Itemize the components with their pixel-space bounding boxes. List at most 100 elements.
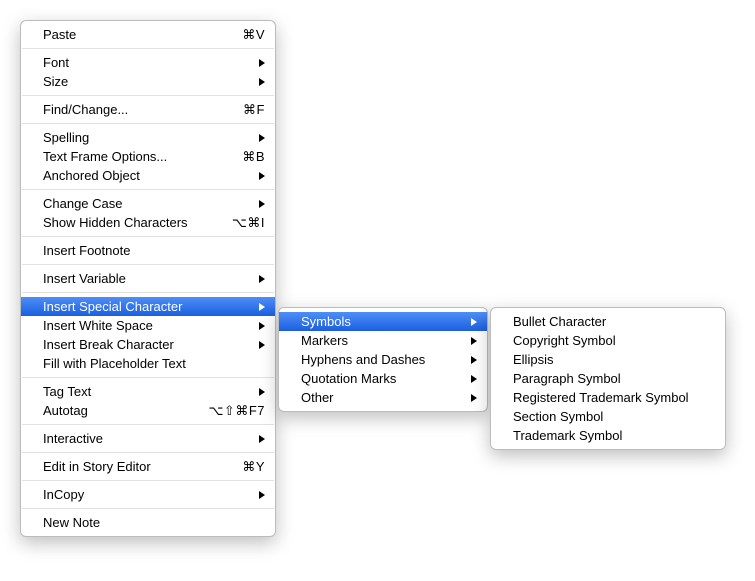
- menu-item-autotag[interactable]: Autotag ⌥⇧⌘F7: [21, 401, 275, 420]
- menu-label: Tag Text: [43, 384, 245, 399]
- menu-item-insert-variable[interactable]: Insert Variable: [21, 269, 275, 288]
- menu-item-show-hidden-characters[interactable]: Show Hidden Characters ⌥⌘I: [21, 213, 275, 232]
- menu-separator: [22, 292, 274, 293]
- submenu-arrow-icon: [469, 356, 477, 364]
- menu-label: Show Hidden Characters: [43, 215, 203, 230]
- menu-item-quotation-marks[interactable]: Quotation Marks: [279, 369, 487, 388]
- menu-label: Font: [43, 55, 245, 70]
- menu-separator: [22, 236, 274, 237]
- menu-label: Copyright Symbol: [513, 333, 715, 348]
- menu-item-registered-trademark[interactable]: Registered Trademark Symbol: [491, 388, 725, 407]
- menu-label: Bullet Character: [513, 314, 715, 329]
- menu-separator: [22, 508, 274, 509]
- menu-item-tag-text[interactable]: Tag Text: [21, 382, 275, 401]
- menu-item-change-case[interactable]: Change Case: [21, 194, 275, 213]
- menu-item-interactive[interactable]: Interactive: [21, 429, 275, 448]
- menu-label: InCopy: [43, 487, 245, 502]
- menu-separator: [22, 264, 274, 265]
- menu-item-new-note[interactable]: New Note: [21, 513, 275, 532]
- menu-label: Ellipsis: [513, 352, 715, 367]
- menu-label: Text Frame Options...: [43, 149, 203, 164]
- menu-separator: [22, 189, 274, 190]
- menu-label: Other: [301, 390, 457, 405]
- menu-separator: [22, 123, 274, 124]
- menu-item-ellipsis[interactable]: Ellipsis: [491, 350, 725, 369]
- menu-item-spelling[interactable]: Spelling: [21, 128, 275, 147]
- submenu-arrow-icon: [469, 337, 477, 345]
- submenu-symbols: Bullet Character Copyright Symbol Ellips…: [490, 307, 726, 450]
- menu-shortcut: ⌥⇧⌘F7: [208, 403, 265, 419]
- menu-separator: [22, 424, 274, 425]
- menu-shortcut: ⌘B: [221, 149, 265, 165]
- menu-shortcut: ⌘V: [221, 27, 265, 43]
- menu-item-paragraph-symbol[interactable]: Paragraph Symbol: [491, 369, 725, 388]
- submenu-arrow-icon: [257, 172, 265, 180]
- context-menu-level1: Paste ⌘V Font Size Find/Change... ⌘F Spe…: [20, 20, 276, 537]
- menu-label: Registered Trademark Symbol: [513, 390, 715, 405]
- menu-label: Insert Break Character: [43, 337, 245, 352]
- submenu-arrow-icon: [257, 303, 265, 311]
- menu-item-edit-story-editor[interactable]: Edit in Story Editor ⌘Y: [21, 457, 275, 476]
- menu-label: Edit in Story Editor: [43, 459, 203, 474]
- submenu-arrow-icon: [469, 375, 477, 383]
- menu-label: Insert Variable: [43, 271, 245, 286]
- menu-item-symbols[interactable]: Symbols: [279, 312, 487, 331]
- menu-label: Markers: [301, 333, 457, 348]
- submenu-arrow-icon: [257, 59, 265, 67]
- menu-shortcut: ⌘F: [221, 102, 265, 118]
- menu-label: Insert Footnote: [43, 243, 265, 258]
- submenu-arrow-icon: [257, 322, 265, 330]
- menu-item-other[interactable]: Other: [279, 388, 487, 407]
- menu-label: Paste: [43, 27, 203, 42]
- menu-item-bullet-character[interactable]: Bullet Character: [491, 312, 725, 331]
- menu-label: Quotation Marks: [301, 371, 457, 386]
- submenu-special-character: Symbols Markers Hyphens and Dashes Quota…: [278, 307, 488, 412]
- menu-shortcut: ⌘Y: [221, 459, 265, 475]
- submenu-arrow-icon: [257, 78, 265, 86]
- menu-item-insert-break-character[interactable]: Insert Break Character: [21, 335, 275, 354]
- menu-item-insert-footnote[interactable]: Insert Footnote: [21, 241, 275, 260]
- menu-separator: [22, 95, 274, 96]
- menu-item-text-frame-options[interactable]: Text Frame Options... ⌘B: [21, 147, 275, 166]
- menu-item-fill-placeholder-text[interactable]: Fill with Placeholder Text: [21, 354, 275, 373]
- menu-item-paste[interactable]: Paste ⌘V: [21, 25, 275, 44]
- menu-label: Autotag: [43, 403, 190, 418]
- menu-item-markers[interactable]: Markers: [279, 331, 487, 350]
- submenu-arrow-icon: [257, 435, 265, 443]
- menu-item-section-symbol[interactable]: Section Symbol: [491, 407, 725, 426]
- menu-label: Insert White Space: [43, 318, 245, 333]
- menu-separator: [22, 377, 274, 378]
- menu-item-font[interactable]: Font: [21, 53, 275, 72]
- submenu-arrow-icon: [257, 275, 265, 283]
- menu-item-insert-special-character[interactable]: Insert Special Character: [21, 297, 275, 316]
- submenu-arrow-icon: [257, 388, 265, 396]
- menu-label: Find/Change...: [43, 102, 203, 117]
- menu-item-find-change[interactable]: Find/Change... ⌘F: [21, 100, 275, 119]
- menu-label: Symbols: [301, 314, 457, 329]
- menu-label: Change Case: [43, 196, 245, 211]
- menu-label: Interactive: [43, 431, 245, 446]
- submenu-arrow-icon: [257, 134, 265, 142]
- menu-label: New Note: [43, 515, 265, 530]
- menu-shortcut: ⌥⌘I: [221, 215, 265, 231]
- menu-label: Section Symbol: [513, 409, 715, 424]
- menu-label: Fill with Placeholder Text: [43, 356, 265, 371]
- menu-label: Insert Special Character: [43, 299, 245, 314]
- menu-label: Spelling: [43, 130, 245, 145]
- submenu-arrow-icon: [257, 491, 265, 499]
- menu-label: Size: [43, 74, 245, 89]
- submenu-arrow-icon: [469, 318, 477, 326]
- menu-item-size[interactable]: Size: [21, 72, 275, 91]
- menu-separator: [22, 480, 274, 481]
- menu-item-incopy[interactable]: InCopy: [21, 485, 275, 504]
- menu-item-hyphens-dashes[interactable]: Hyphens and Dashes: [279, 350, 487, 369]
- menu-label: Paragraph Symbol: [513, 371, 715, 386]
- menu-item-insert-white-space[interactable]: Insert White Space: [21, 316, 275, 335]
- menu-item-trademark-symbol[interactable]: Trademark Symbol: [491, 426, 725, 445]
- submenu-arrow-icon: [257, 341, 265, 349]
- menu-item-anchored-object[interactable]: Anchored Object: [21, 166, 275, 185]
- menu-label: Trademark Symbol: [513, 428, 715, 443]
- menu-separator: [22, 48, 274, 49]
- menu-label: Hyphens and Dashes: [301, 352, 457, 367]
- menu-item-copyright-symbol[interactable]: Copyright Symbol: [491, 331, 725, 350]
